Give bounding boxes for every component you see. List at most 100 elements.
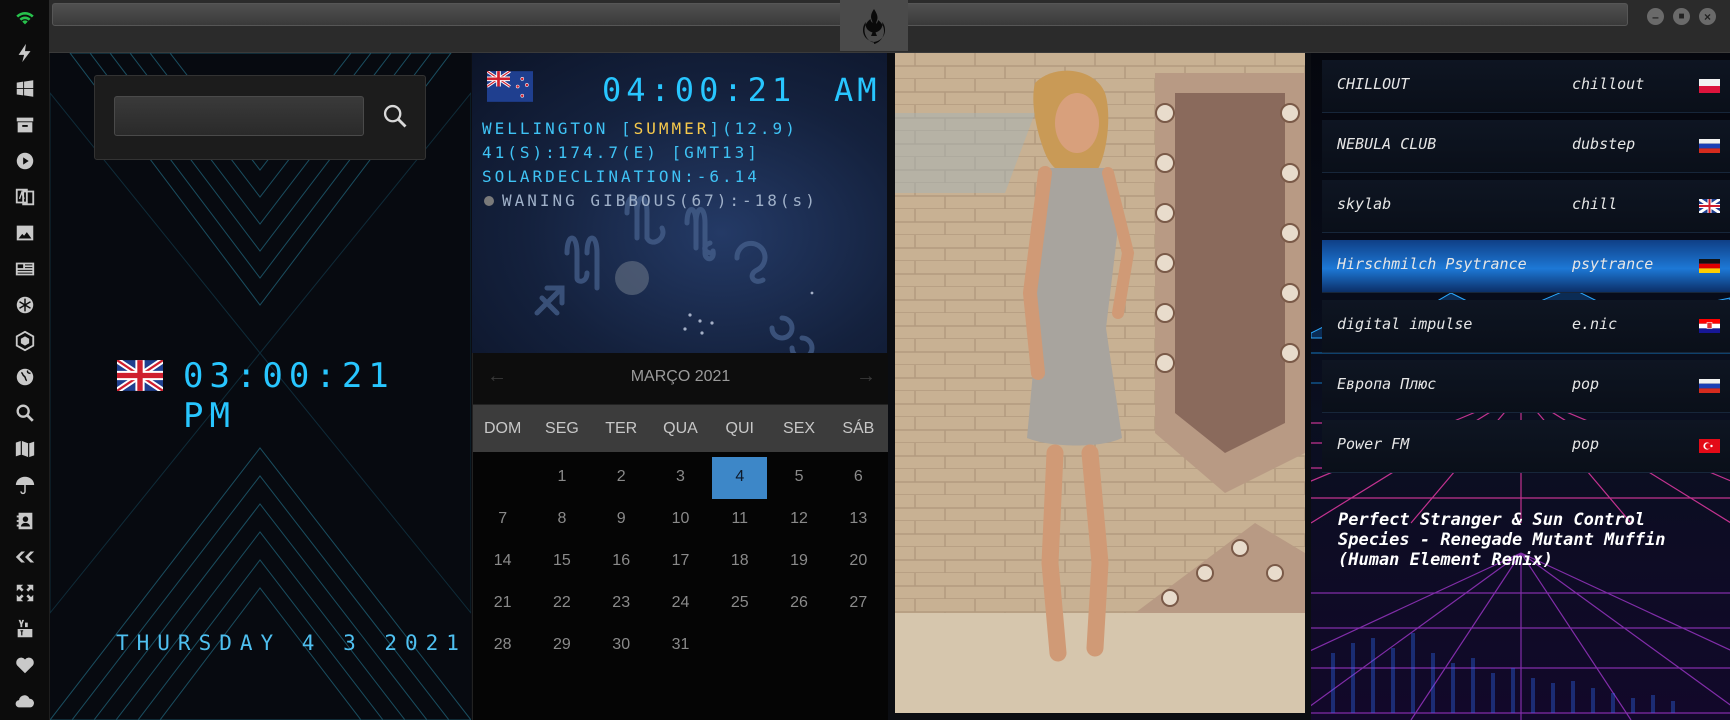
- photo-illustration: [895, 53, 1305, 713]
- archive-icon[interactable]: [0, 111, 49, 139]
- image-icon[interactable]: [0, 219, 49, 247]
- moon-icon: [484, 196, 494, 206]
- station-name: skylab: [1337, 195, 1392, 213]
- russia-flag-icon: [1699, 139, 1720, 153]
- search-input[interactable]: [114, 96, 364, 136]
- weekday-header: DOM SEG TER QUA QUI SEX SÁB: [473, 405, 888, 452]
- weekday-label: SEX: [783, 420, 816, 437]
- now-playing-line: (Human Element Remix): [1338, 550, 1553, 570]
- calendar-month-title: MARÇO 2021: [630, 368, 731, 385]
- lightning-icon[interactable]: [0, 39, 49, 67]
- calendar-day[interactable]: 9: [594, 499, 649, 541]
- calendar-day[interactable]: 19: [771, 541, 826, 583]
- contacts-icon[interactable]: [0, 507, 49, 535]
- calendar-day[interactable]: 29: [534, 625, 589, 667]
- calendar-day[interactable]: 11: [712, 499, 767, 541]
- germany-flag-icon: [1699, 259, 1720, 273]
- station-genre: psytrance: [1572, 255, 1654, 273]
- calendar-next-arrow-icon[interactable]: →: [856, 365, 876, 388]
- season-label: SUMMER: [633, 119, 710, 138]
- play-icon[interactable]: [0, 147, 49, 175]
- wifi-icon[interactable]: [0, 3, 49, 31]
- rebel-alliance-tab[interactable]: [840, 0, 908, 51]
- magnifier-icon: [383, 104, 407, 128]
- calendar-day[interactable]: 6: [831, 457, 886, 499]
- search-icon[interactable]: [0, 399, 49, 427]
- map-icon[interactable]: [0, 435, 49, 463]
- local-date: THURSDAY 4 3 2021: [116, 631, 467, 655]
- calendar-day[interactable]: 15: [534, 541, 589, 583]
- weekday-label: SÁB: [842, 420, 875, 437]
- calendar-day[interactable]: 24: [653, 583, 708, 625]
- station-row[interactable]: Power FM pop: [1322, 420, 1730, 473]
- news-icon[interactable]: [0, 255, 49, 283]
- calendar-day[interactable]: 28: [475, 625, 530, 667]
- calendar-day[interactable]: 10: [653, 499, 708, 541]
- fullscreen-icon[interactable]: [0, 579, 49, 607]
- city-name: WELLINGTON: [482, 119, 609, 138]
- calendar-day[interactable]: 7: [475, 499, 530, 541]
- calendar-day[interactable]: 27: [831, 583, 886, 625]
- hexagon-icon[interactable]: [0, 327, 49, 355]
- calendar-day[interactable]: 23: [594, 583, 649, 625]
- sidebar: [0, 0, 50, 720]
- poland-flag-icon: [1699, 79, 1720, 93]
- calendar-day[interactable]: 3: [653, 457, 708, 499]
- weekday-label: TER: [605, 420, 638, 437]
- city-line: WELLINGTON [SUMMER](12.9): [482, 119, 798, 138]
- heart-icon[interactable]: [0, 651, 49, 679]
- weekday-label: QUI: [725, 420, 754, 437]
- umbrella-icon[interactable]: [0, 471, 49, 499]
- station-genre: pop: [1572, 435, 1600, 453]
- station-name: CHILLOUT: [1337, 75, 1410, 93]
- calendar-day[interactable]: 18: [712, 541, 767, 583]
- radio-panel: CHILLOUT chillout NEBULA CLUB dubstep skylab…: [1311, 53, 1730, 720]
- calendar-day[interactable]: 17: [653, 541, 708, 583]
- calendar-week-row: 21 22 23 24 25 26 27: [473, 583, 888, 625]
- station-row[interactable]: Европа Плюс pop: [1322, 360, 1730, 413]
- calendar-day-today[interactable]: 4: [712, 457, 768, 499]
- calendar-day[interactable]: 30: [594, 625, 649, 667]
- windows-icon[interactable]: [0, 75, 49, 103]
- calendar-day[interactable]: 12: [771, 499, 826, 541]
- calendar-day[interactable]: 26: [771, 583, 826, 625]
- station-name: Hirschmilch Psytrance: [1337, 255, 1527, 273]
- calendar-day[interactable]: 14: [475, 541, 530, 583]
- search-button[interactable]: [377, 98, 413, 134]
- calendar-day[interactable]: 25: [712, 583, 767, 625]
- calendar-day[interactable]: 31: [653, 625, 708, 667]
- station-name: digital impulse: [1337, 315, 1473, 333]
- tag-icon[interactable]: [0, 543, 49, 571]
- rebel-alliance-icon: [863, 9, 885, 44]
- calendar-day[interactable]: 20: [831, 541, 886, 583]
- calendar-day[interactable]: 16: [594, 541, 649, 583]
- snowflake-icon[interactable]: [0, 291, 49, 319]
- coordinates: 41(S):174.7(E) [GMT13]: [482, 143, 760, 162]
- calendar-day[interactable]: 5: [771, 457, 826, 499]
- station-row[interactable]: skylab chill: [1322, 180, 1730, 233]
- calendar-day[interactable]: 22: [534, 583, 589, 625]
- close-button[interactable]: ×: [1699, 8, 1716, 25]
- now-playing: Perfect Stranger & Sun Control Species -…: [1338, 510, 1718, 570]
- calendar-week-row: 28 29 30 31: [473, 625, 888, 667]
- maximize-button[interactable]: ■: [1673, 8, 1690, 25]
- croatia-flag-icon: [1699, 319, 1720, 333]
- station-row[interactable]: CHILLOUT chillout: [1322, 60, 1730, 113]
- translate-icon[interactable]: [0, 183, 49, 211]
- station-row[interactable]: digital impulse e.nic: [1322, 300, 1730, 353]
- calendar-day[interactable]: 21: [475, 583, 530, 625]
- youtube-icon[interactable]: [0, 615, 49, 643]
- calendar-day[interactable]: 13: [831, 499, 886, 541]
- calendar-empty-cell: [831, 625, 886, 667]
- station-name: Power FM: [1337, 435, 1410, 453]
- station-row[interactable]: NEBULA CLUB dubstep: [1322, 120, 1730, 173]
- cloud-icon[interactable]: [0, 687, 49, 715]
- globe-icon[interactable]: [0, 363, 49, 391]
- search-box: [94, 75, 426, 160]
- calendar-day[interactable]: 2: [594, 457, 649, 499]
- wallpaper-photo: [895, 53, 1305, 713]
- minimize-button[interactable]: –: [1647, 8, 1664, 25]
- calendar-day[interactable]: 8: [534, 499, 589, 541]
- calendar-day[interactable]: 1: [534, 457, 589, 499]
- station-row[interactable]: Hirschmilch Psytrance psytrance: [1322, 240, 1730, 293]
